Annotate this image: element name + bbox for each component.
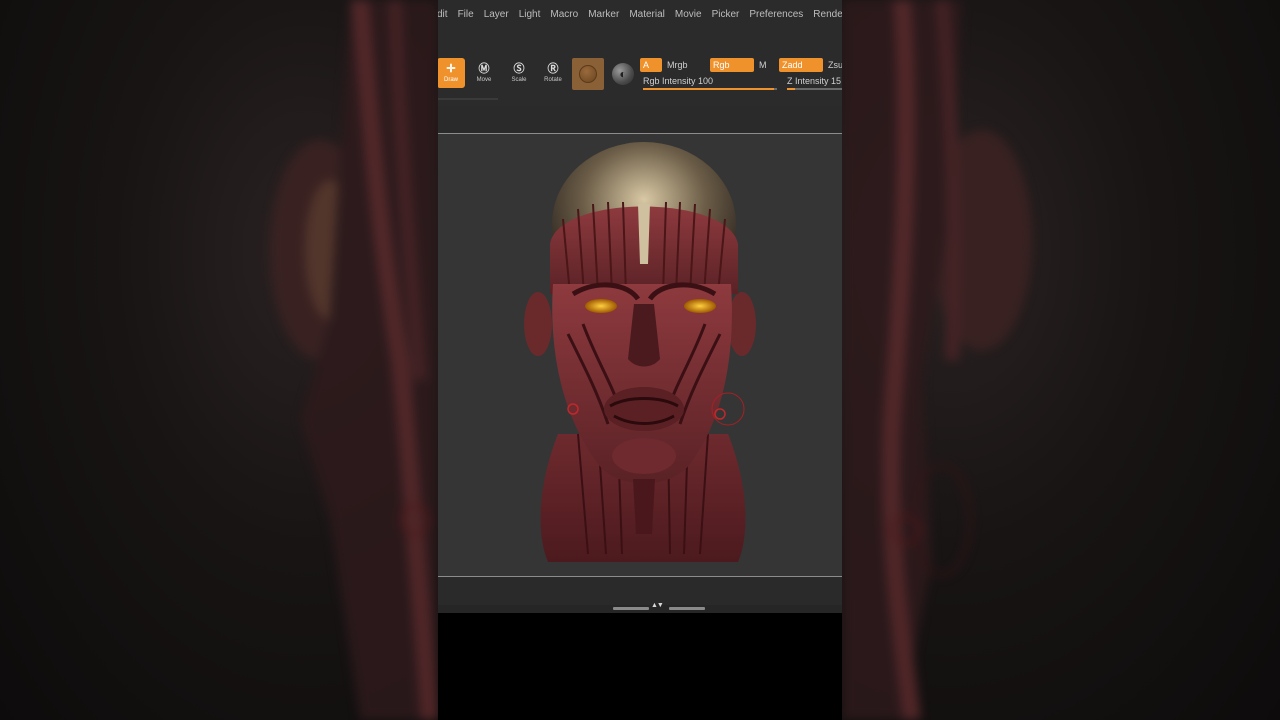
menu-item-material[interactable]: Material xyxy=(624,9,670,20)
rgb-intensity-slider[interactable] xyxy=(643,88,777,90)
zbrush-app-window: dit File Layer Light Macro Marker Materi… xyxy=(438,0,842,720)
move-label: Move xyxy=(476,76,492,83)
rotate-icon: Ⓡ xyxy=(547,62,559,75)
rotate-label: Rotate xyxy=(544,76,562,83)
material-sphere-icon xyxy=(579,65,597,83)
scale-icon: Ⓢ xyxy=(513,62,525,75)
handle-bar-left xyxy=(613,607,649,610)
ecorche-head-model xyxy=(524,142,756,562)
draw-button[interactable]: ✛ Draw xyxy=(438,58,465,88)
blurred-background-right xyxy=(842,0,1280,720)
toolbar-divider xyxy=(438,98,498,100)
rgb-intensity-value: 100 xyxy=(698,76,714,86)
menu-item-picker[interactable]: Picker xyxy=(707,9,745,20)
menu-item-marker[interactable]: Marker xyxy=(583,9,624,20)
z-intensity-label: Z Intensity xyxy=(787,76,829,86)
collapse-arrows-icon: ▲▼ xyxy=(651,602,664,609)
zadd-button[interactable]: Zadd xyxy=(779,58,823,72)
canvas-bottom-border xyxy=(438,576,842,577)
z-intensity-value: 15 xyxy=(831,76,842,86)
zsub-button[interactable]: Zsu xyxy=(828,58,842,72)
blurred-background-left xyxy=(0,0,438,720)
draw-size-sphere-button[interactable]: ◐ xyxy=(612,63,634,85)
menu-item-macro[interactable]: Macro xyxy=(545,9,583,20)
menu-item-file[interactable]: File xyxy=(453,9,479,20)
sphere-icon: ◐ xyxy=(619,67,627,81)
tray-resize-handle[interactable]: ▲▼ xyxy=(613,602,705,611)
draw-label: Draw xyxy=(443,76,458,83)
move-button[interactable]: Ⓜ Move xyxy=(470,58,498,88)
top-toolbar: ✛ Draw Ⓜ Move Ⓢ Scale Ⓡ Rotate ◐ A Mrgb … xyxy=(438,28,842,106)
handle-bar-right xyxy=(669,607,705,610)
draw-icon: ✛ xyxy=(446,62,456,75)
menu-item-light[interactable]: Light xyxy=(514,9,546,20)
scale-button[interactable]: Ⓢ Scale xyxy=(505,58,533,88)
menu-item-preferences[interactable]: Preferences xyxy=(744,9,808,20)
rgb-intensity-slider-label: Rgb Intensity 100 xyxy=(643,75,713,87)
z-intensity-fill xyxy=(787,88,796,90)
a-button[interactable]: A xyxy=(640,58,662,72)
material-swatch-button[interactable] xyxy=(572,58,604,90)
scale-label: Scale xyxy=(511,76,527,83)
m-button[interactable]: M xyxy=(759,58,767,72)
rgb-button[interactable]: Rgb xyxy=(710,58,754,72)
menu-bar: dit File Layer Light Macro Marker Materi… xyxy=(438,0,842,28)
move-icon: Ⓜ xyxy=(478,62,490,75)
rotate-button[interactable]: Ⓡ Rotate xyxy=(539,58,567,88)
z-intensity-slider[interactable] xyxy=(787,88,842,90)
rgb-intensity-label: Rgb Intensity xyxy=(643,76,696,86)
rgb-intensity-fill xyxy=(643,88,775,90)
menu-item-render[interactable]: Render xyxy=(808,9,842,20)
menu-item-layer[interactable]: Layer xyxy=(479,9,514,20)
menu-item-edit[interactable]: dit xyxy=(438,9,453,20)
document-canvas xyxy=(438,106,842,611)
menu-item-movie[interactable]: Movie xyxy=(670,9,707,20)
mrgb-button[interactable]: Mrgb xyxy=(667,58,688,72)
sculpt-viewport[interactable] xyxy=(438,134,842,576)
z-intensity-slider-label: Z Intensity 15 xyxy=(787,75,841,87)
